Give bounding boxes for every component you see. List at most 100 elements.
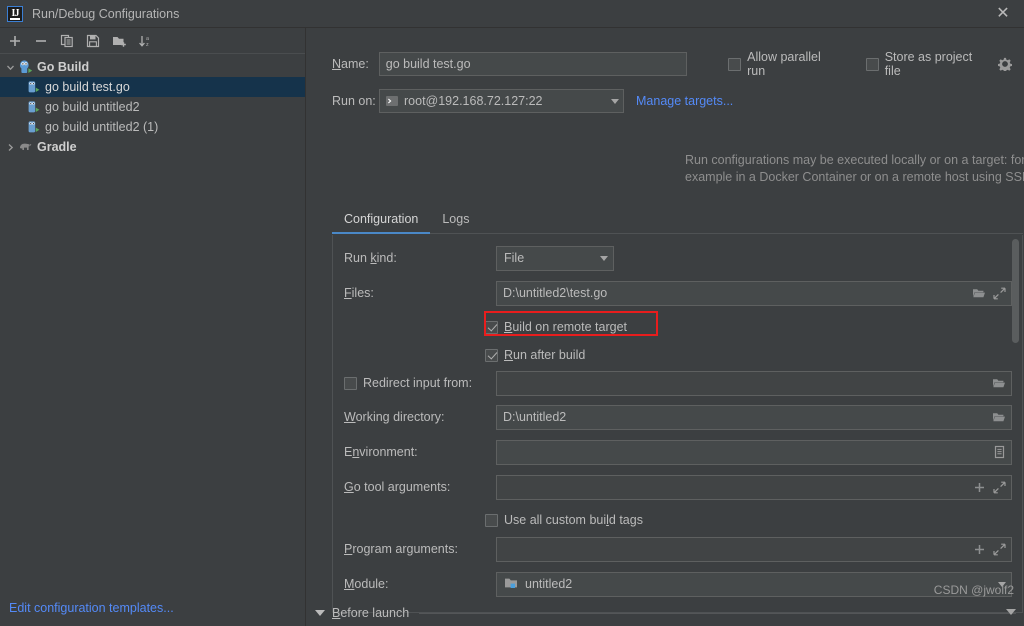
run-on-hint: Run configurations may be executed local…: [685, 152, 1024, 186]
checkbox-box: [485, 513, 498, 527]
checkbox-box: [485, 320, 498, 334]
sidebar-footer: Edit configuration templates...: [0, 590, 305, 626]
expand-icon[interactable]: [989, 538, 1009, 560]
sidebar-item-go-build-untitled2-1[interactable]: go build untitled2 (1): [0, 117, 305, 137]
sidebar-scroll-caret[interactable]: [1006, 609, 1016, 615]
manage-targets-link[interactable]: Manage targets...: [636, 94, 733, 108]
environment-field[interactable]: [496, 439, 1012, 465]
divider-line: [419, 612, 1016, 614]
run-on-dropdown[interactable]: root@192.168.72.127:22: [379, 89, 624, 113]
before-launch-section[interactable]: Before launch: [315, 606, 1016, 620]
sidebar-item-go-build-untitled2[interactable]: go build untitled2: [0, 97, 305, 117]
gradle-elephant-icon: [18, 139, 34, 155]
working-directory-field[interactable]: D:\untitled2: [496, 404, 1012, 430]
add-icon[interactable]: [969, 538, 989, 560]
tree-group-go-build[interactable]: Go Build: [0, 57, 305, 77]
add-icon[interactable]: [969, 476, 989, 498]
sort-configurations-icon[interactable]: a z: [132, 29, 158, 53]
checkbox-box: [485, 348, 498, 362]
run-kind-dropdown[interactable]: File: [496, 245, 614, 271]
configurations-tree: Go Build go build test.go go build untit…: [0, 54, 305, 157]
expand-icon[interactable]: [989, 476, 1009, 498]
redirect-input-checkbox[interactable]: Redirect input from:: [344, 376, 496, 390]
hint-line-1: Run configurations may be executed local…: [685, 153, 1024, 167]
form-scrollbar[interactable]: [1012, 236, 1021, 612]
redirect-input-label: Redirect input from:: [363, 376, 473, 390]
browse-folder-icon[interactable]: [989, 372, 1009, 394]
svg-text:z: z: [146, 42, 149, 48]
run-after-build-checkbox[interactable]: Run after build: [485, 348, 585, 362]
add-configuration-icon[interactable]: [2, 29, 28, 53]
sidebar-item-go-build-test-go[interactable]: go build test.go: [0, 77, 305, 97]
edit-configuration-templates-link[interactable]: Edit configuration templates...: [9, 601, 174, 615]
go-run-config-icon: [26, 119, 42, 135]
program-arguments-field[interactable]: [496, 536, 1012, 562]
go-tool-arguments-row: Go tool arguments:: [344, 474, 1012, 500]
use-all-custom-build-tags-label: Use all custom build tags: [504, 513, 643, 527]
gear-icon[interactable]: [997, 57, 1013, 73]
module-value: untitled2: [525, 577, 573, 591]
expand-icon[interactable]: [989, 282, 1009, 304]
move-into-folder-icon[interactable]: [106, 29, 132, 53]
use-all-custom-build-tags-row: Use all custom build tags: [485, 508, 643, 532]
run-on-value: root@192.168.72.127:22: [404, 94, 543, 108]
working-directory-label: Working directory:: [344, 410, 445, 424]
browse-folder-icon[interactable]: [969, 282, 989, 304]
working-directory-value: D:\untitled2: [503, 410, 567, 424]
scrollbar-thumb[interactable]: [1012, 239, 1019, 343]
before-launch-label: Before launch: [332, 606, 410, 620]
files-row: Files: D:\untitled2\test.go: [344, 280, 1012, 306]
name-input[interactable]: [378, 52, 688, 76]
program-arguments-row: Program arguments:: [344, 536, 1012, 562]
name-label: Name:: [332, 57, 369, 71]
go-run-config-icon: [26, 79, 42, 95]
configurations-sidebar: a z Go Build go build test.go go build u…: [0, 28, 306, 626]
working-directory-row: Working directory: D:\untitled2: [344, 404, 1012, 430]
copy-configuration-icon[interactable]: [54, 29, 80, 53]
run-after-build-label: Run after build: [504, 348, 586, 362]
environment-row: Environment:: [344, 439, 1012, 465]
title-bar: IJ Run/Debug Configurations ✕: [0, 0, 1024, 28]
checkbox-box: [344, 376, 357, 390]
watermark-text: CSDN @jwolf2: [933, 583, 1014, 597]
store-as-project-file-label: Store as project file: [884, 50, 973, 78]
tab-bar: Configuration Logs: [332, 204, 1023, 234]
checkbox-box: [865, 57, 879, 71]
tree-group-label: Gradle: [37, 140, 77, 154]
module-label: Module:: [344, 577, 389, 591]
allow-parallel-run-label: Allow parallel run: [747, 50, 821, 78]
hint-line-2: example in a Docker Container or on a re…: [685, 170, 1024, 184]
files-field[interactable]: D:\untitled2\test.go: [496, 280, 1012, 306]
chevron-down-icon[interactable]: [315, 610, 325, 616]
program-arguments-label: Program arguments:: [344, 542, 458, 556]
tree-group-gradle[interactable]: Gradle: [0, 137, 305, 157]
store-as-project-file-checkbox[interactable]: Store as project file: [865, 50, 991, 78]
configuration-pane: Name: Allow parallel run Store as projec…: [307, 28, 1024, 626]
run-kind-label: Run kind:: [344, 251, 397, 265]
run-on-label: Run on:: [332, 94, 376, 108]
sidebar-item-label: go build untitled2: [45, 100, 140, 114]
chevron-right-icon[interactable]: [2, 143, 18, 152]
build-on-remote-target-checkbox[interactable]: Build on remote target: [485, 320, 627, 334]
remove-configuration-icon[interactable]: [28, 29, 54, 53]
allow-parallel-run-checkbox[interactable]: Allow parallel run: [728, 50, 842, 78]
terminal-icon: [385, 94, 399, 108]
chevron-down-icon[interactable]: [2, 63, 18, 72]
tab-configuration[interactable]: Configuration: [332, 212, 431, 234]
module-folder-icon: [504, 576, 520, 592]
browse-folder-icon[interactable]: [989, 406, 1009, 428]
files-label: Files:: [344, 286, 374, 300]
build-on-remote-target-label: Build on remote target: [504, 320, 627, 334]
go-tool-arguments-field[interactable]: [496, 474, 1012, 500]
environment-label: Environment:: [344, 445, 418, 459]
run-kind-value: File: [504, 251, 525, 265]
save-configuration-icon[interactable]: [80, 29, 106, 53]
sidebar-toolbar: a z: [0, 28, 305, 54]
tab-logs[interactable]: Logs: [430, 212, 481, 233]
use-all-custom-build-tags-checkbox[interactable]: Use all custom build tags: [485, 513, 643, 527]
files-value: D:\untitled2\test.go: [503, 286, 608, 300]
checkbox-box: [728, 57, 742, 71]
close-icon[interactable]: ✕: [982, 0, 1024, 28]
environment-variables-icon[interactable]: [989, 441, 1009, 463]
redirect-input-field[interactable]: [496, 370, 1012, 396]
